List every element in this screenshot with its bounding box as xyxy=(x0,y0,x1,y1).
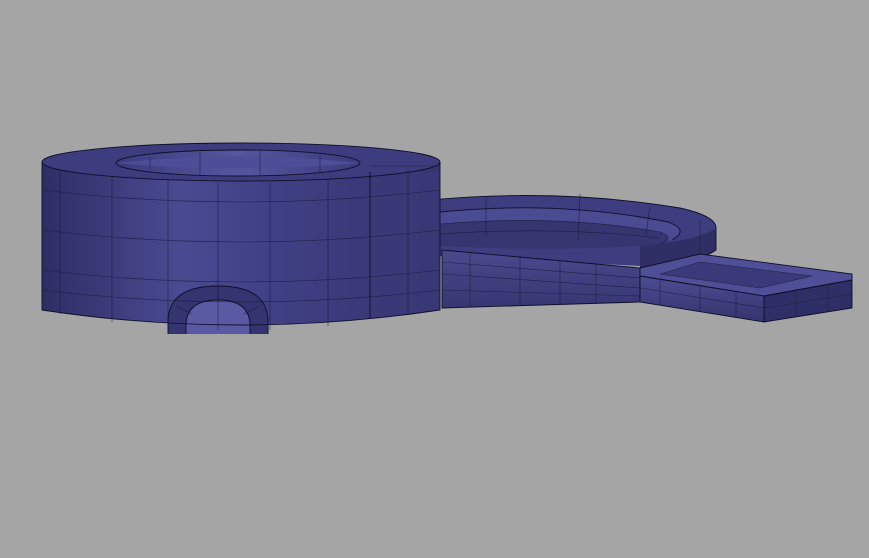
rectangular-tray xyxy=(639,253,853,323)
3d-viewport[interactable] xyxy=(0,0,869,558)
main-cylinder xyxy=(41,142,441,334)
3d-model-render[interactable] xyxy=(0,0,869,558)
